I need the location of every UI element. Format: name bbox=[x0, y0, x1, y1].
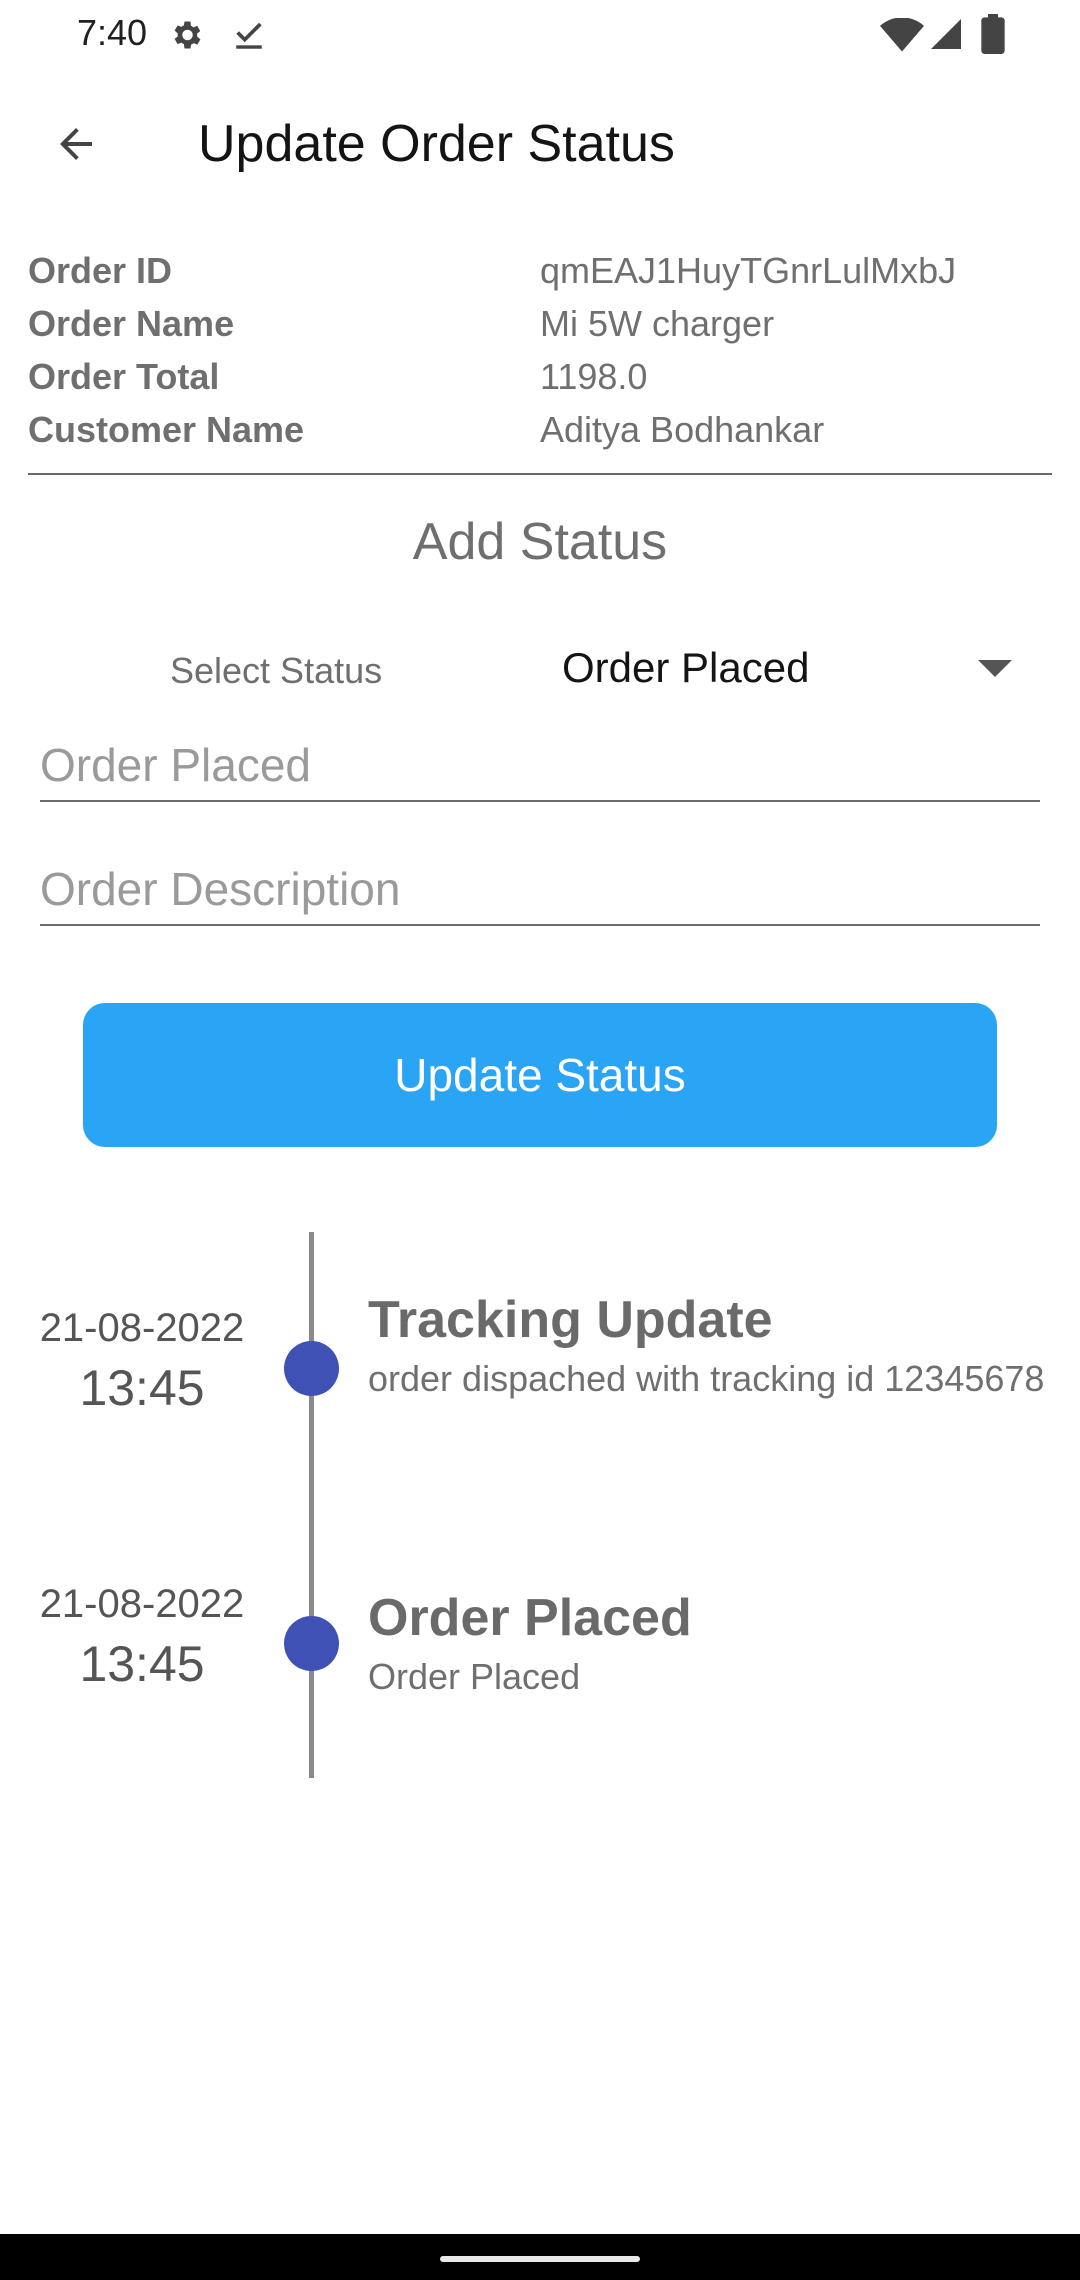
add-status-heading: Add Status bbox=[412, 513, 668, 571]
dropdown-selected-value: Order Placed bbox=[562, 644, 810, 691]
home-indicator[interactable] bbox=[440, 2256, 640, 2262]
status-dropdown[interactable]: Order Placed bbox=[562, 636, 1012, 700]
arrow-left-icon bbox=[52, 120, 100, 173]
wifi-icon bbox=[880, 17, 924, 57]
order-id-label: Order ID bbox=[28, 250, 173, 291]
timeline-title: Order Placed bbox=[368, 1589, 692, 1647]
status-time: 7:40 bbox=[77, 12, 148, 53]
battery-icon bbox=[980, 14, 1006, 59]
timeline-time: 13:45 bbox=[79, 1636, 205, 1692]
timeline-description: order dispached with tracking id 1234567… bbox=[368, 1358, 1045, 1399]
order-name-value: Mi 5W charger bbox=[540, 303, 775, 344]
timeline-content: Order Placed Order Placed bbox=[368, 1588, 1048, 1700]
order-total-row: Order Total 1198.0 bbox=[28, 356, 1052, 409]
order-info: Order ID qmEAJ1HuyTGnrLulMxbJ Order Name… bbox=[28, 250, 1052, 462]
order-description-input[interactable] bbox=[40, 854, 1040, 926]
status-title-input[interactable] bbox=[40, 730, 1040, 802]
order-id-row: Order ID qmEAJ1HuyTGnrLulMxbJ bbox=[28, 250, 1052, 303]
select-status-label: Select Status bbox=[170, 650, 383, 691]
gear-icon bbox=[168, 17, 204, 58]
status-bar: 7:40 bbox=[0, 0, 1080, 70]
order-total-value: 1198.0 bbox=[540, 356, 648, 397]
timeline-timestamp: 21-08-2022 13:45 bbox=[0, 1582, 284, 1693]
timeline-date: 21-08-2022 bbox=[39, 1306, 245, 1350]
timeline-date: 21-08-2022 bbox=[39, 1582, 245, 1626]
dropdown-arrow-icon bbox=[978, 660, 1012, 683]
navigation-bar bbox=[0, 2234, 1080, 2280]
timeline-content: Tracking Update order dispached with tra… bbox=[368, 1290, 1048, 1402]
timeline-description: Order Placed bbox=[368, 1656, 581, 1697]
customer-name-label: Customer Name bbox=[28, 409, 305, 450]
timeline-dot bbox=[284, 1341, 339, 1396]
order-name-label: Order Name bbox=[28, 303, 235, 344]
page-title: Update Order Status bbox=[198, 115, 675, 173]
signal-icon bbox=[928, 16, 964, 57]
back-button[interactable] bbox=[40, 110, 112, 182]
info-divider bbox=[28, 473, 1052, 475]
timeline-dot bbox=[284, 1616, 339, 1671]
order-id-value: qmEAJ1HuyTGnrLulMxbJ bbox=[540, 250, 957, 291]
order-total-label: Order Total bbox=[28, 356, 220, 397]
customer-name-value: Aditya Bodhankar bbox=[540, 409, 825, 450]
timeline-line bbox=[309, 1232, 314, 1778]
customer-name-row: Customer Name Aditya Bodhankar bbox=[28, 409, 1052, 462]
update-status-button[interactable]: Update Status bbox=[83, 1003, 997, 1147]
timeline-timestamp: 21-08-2022 13:45 bbox=[0, 1306, 284, 1417]
app-bar: Update Order Status bbox=[0, 80, 1080, 210]
order-name-row: Order Name Mi 5W charger bbox=[28, 303, 1052, 356]
timeline-title: Tracking Update bbox=[368, 1291, 773, 1349]
timeline-time: 13:45 bbox=[79, 1360, 205, 1416]
checkmark-icon bbox=[232, 16, 266, 57]
